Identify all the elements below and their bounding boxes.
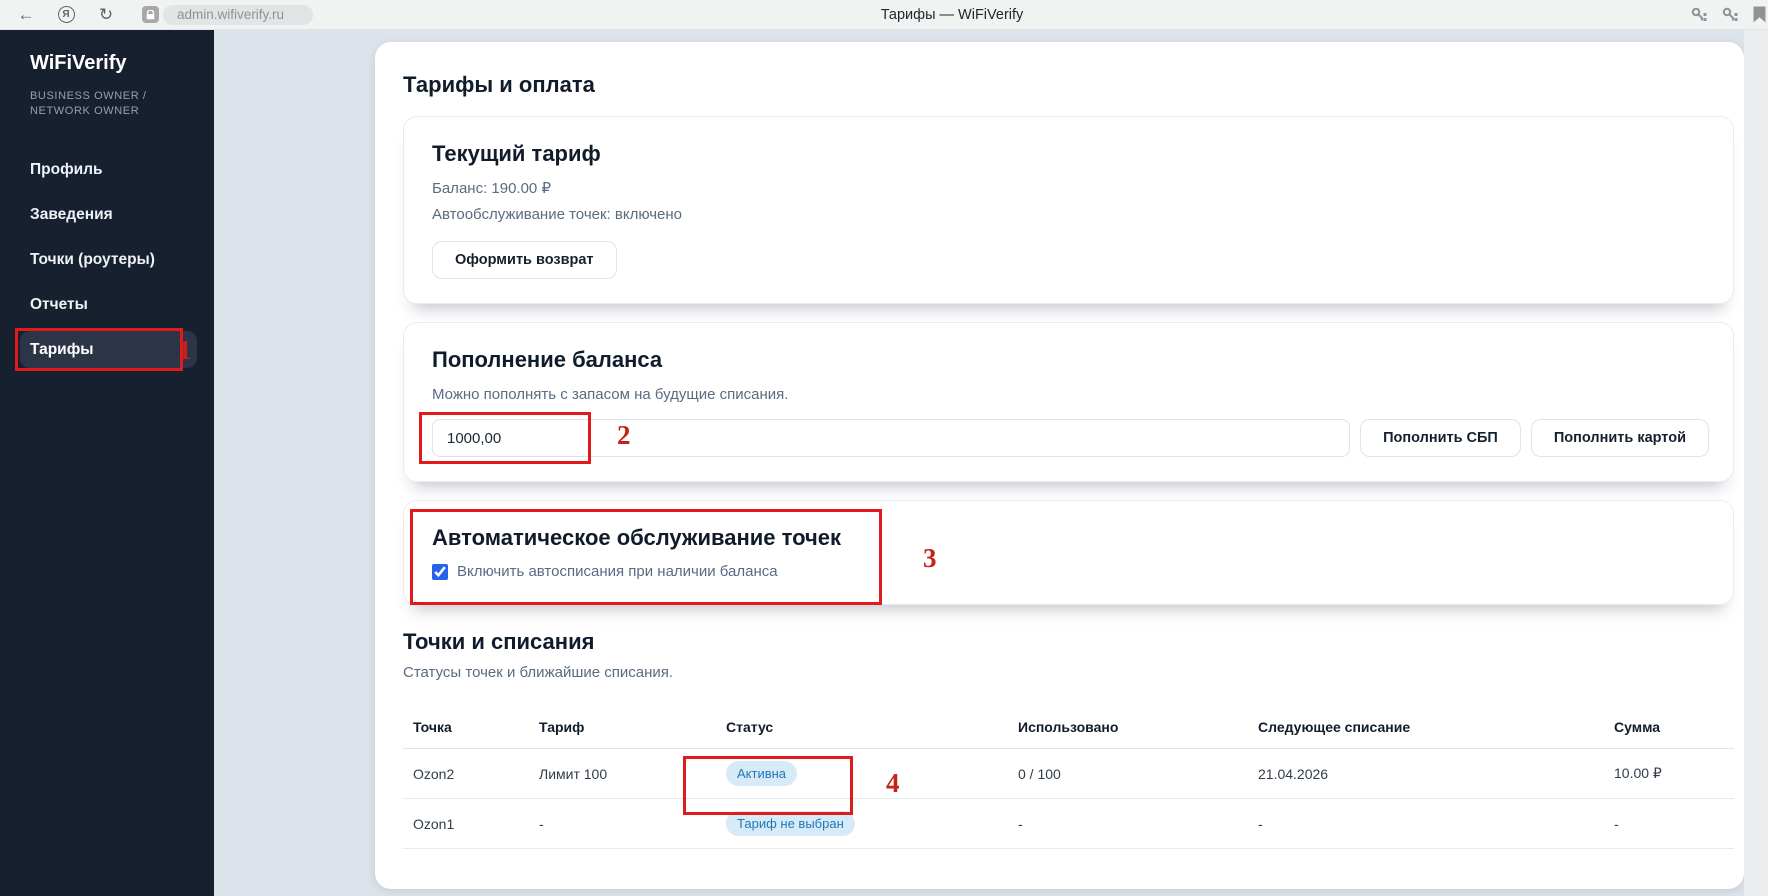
sidebar-item-tariffs-active[interactable]: Тарифы 1	[15, 328, 197, 371]
col-point: Точка	[413, 718, 452, 735]
annotation-number-4: 4	[886, 768, 900, 798]
col-used: Использовано	[1018, 718, 1119, 735]
page-title: Тарифы и оплата	[403, 72, 595, 97]
amount-input[interactable]	[432, 419, 1351, 457]
cell-status: Активна 4	[683, 756, 1018, 815]
topup-sbp-button[interactable]: Пополнить СБП	[1360, 419, 1521, 457]
col-tariff: Тариф	[539, 718, 585, 735]
brand-logo: WiFiVerify	[30, 52, 127, 74]
sidebar-item-profile[interactable]: Профиль	[0, 147, 214, 192]
autocharge-checkbox[interactable]	[432, 563, 448, 580]
browser-chrome: ← Я ↻ admin.wifiverify.ru Тарифы — WiFiV…	[0, 0, 1768, 30]
password-key-icon-2[interactable]	[1722, 7, 1739, 23]
main-panel: Тарифы и оплата Текущий тариф Баланс: 19…	[375, 42, 1744, 889]
content-area: Тарифы и оплата Текущий тариф Баланс: 19…	[214, 30, 1768, 896]
topup-hint: Можно пополнять с запасом на будущие спи…	[432, 386, 789, 403]
topup-title: Пополнение баланса	[432, 347, 663, 372]
col-next-charge: Следующее списание	[1258, 718, 1411, 735]
cell-next-charge: -	[1258, 815, 1263, 832]
col-amount: Сумма	[1614, 718, 1661, 735]
current-tariff-card: Текущий тариф Баланс: 190.00 ₽ Автообслу…	[403, 116, 1734, 304]
cell-status: Тариф не выбран	[726, 811, 1018, 836]
yandex-logo: Я	[57, 6, 75, 23]
url-text[interactable]: admin.wifiverify.ru	[163, 4, 313, 25]
sidebar-item-routers[interactable]: Точки (роутеры)	[0, 237, 214, 282]
points-section-subtitle: Статусы точек и ближайшие списания.	[403, 664, 674, 681]
status-badge-active: Активна	[726, 761, 798, 786]
cell-amount: -	[1614, 815, 1619, 832]
table-row: Ozon1 - Тариф не выбран - - -	[403, 799, 1734, 849]
annotation-box-3	[410, 509, 882, 605]
topup-row: 2 Пополнить СБП Пополнить картой	[419, 412, 1709, 464]
points-section-title: Точки и списания	[403, 629, 595, 654]
autoservice-status-text: Автообслуживание точек: включено	[432, 206, 683, 223]
autocharge-checkbox-row[interactable]: Включить автосписания при наличии баланс…	[432, 563, 1709, 580]
topup-card-button[interactable]: Пополнить картой	[1530, 419, 1709, 457]
address-bar[interactable]: admin.wifiverify.ru	[142, 4, 313, 25]
cell-point: Ozon1	[413, 815, 455, 832]
refund-button[interactable]: Оформить возврат	[432, 241, 617, 279]
autocharge-checkbox-label: Включить автосписания при наличии баланс…	[457, 563, 778, 580]
balance-text: Баланс: 190.00 ₽	[432, 180, 551, 197]
tab-title: Тарифы — WiFiVerify	[880, 6, 1024, 23]
scrollbar-track[interactable]	[1744, 30, 1768, 896]
password-key-icon[interactable]	[1691, 7, 1708, 23]
cell-tariff: -	[539, 815, 544, 832]
reload-icon[interactable]: ↻	[92, 3, 120, 27]
current-tariff-title: Текущий тариф	[432, 141, 601, 166]
col-status: Статус	[726, 718, 774, 735]
cell-used: -	[1018, 815, 1023, 832]
user-role-label: BUSINESS OWNER / NETWORK OWNER	[30, 90, 147, 117]
sidebar-nav: Профиль Заведения Точки (роутеры) Отчеты…	[0, 147, 214, 372]
sidebar-item-venues[interactable]: Заведения	[0, 192, 214, 237]
autoservice-title: Автоматическое обслуживание точек	[432, 525, 842, 550]
table-row: Ozon2 Лимит 100 Активна 4 0 / 100 21.04.…	[403, 749, 1734, 815]
cell-tariff: Лимит 100	[539, 765, 608, 782]
yandex-browser-icon[interactable]: Я	[52, 3, 80, 27]
bookmark-icon[interactable]	[1753, 6, 1766, 23]
cell-used: 0 / 100	[1018, 765, 1061, 782]
back-icon[interactable]: ←	[12, 3, 40, 27]
table-header-row: Точка Тариф Статус Использовано Следующе…	[403, 705, 1734, 749]
points-table: Точка Тариф Статус Использовано Следующе…	[403, 705, 1734, 849]
autoservice-card: 3 Автоматическое обслуживание точек Вклю…	[403, 500, 1734, 605]
cell-point: Ozon2	[413, 765, 455, 782]
cell-next-charge: 21.04.2026	[1258, 765, 1329, 782]
sidebar-item-label: Тарифы	[30, 340, 94, 358]
topup-card: Пополнение баланса Можно пополнять с зап…	[403, 322, 1734, 482]
lock-icon[interactable]	[142, 6, 159, 23]
sidebar-item-reports[interactable]: Отчеты	[0, 282, 214, 327]
app-shell: WiFiVerify BUSINESS OWNER / NETWORK OWNE…	[0, 30, 1768, 896]
sidebar: WiFiVerify BUSINESS OWNER / NETWORK OWNE…	[0, 30, 214, 896]
status-badge-no-tariff: Тариф не выбран	[726, 811, 855, 836]
cell-amount: 10.00 ₽	[1614, 765, 1662, 781]
annotation-number-1: 1	[178, 335, 192, 365]
